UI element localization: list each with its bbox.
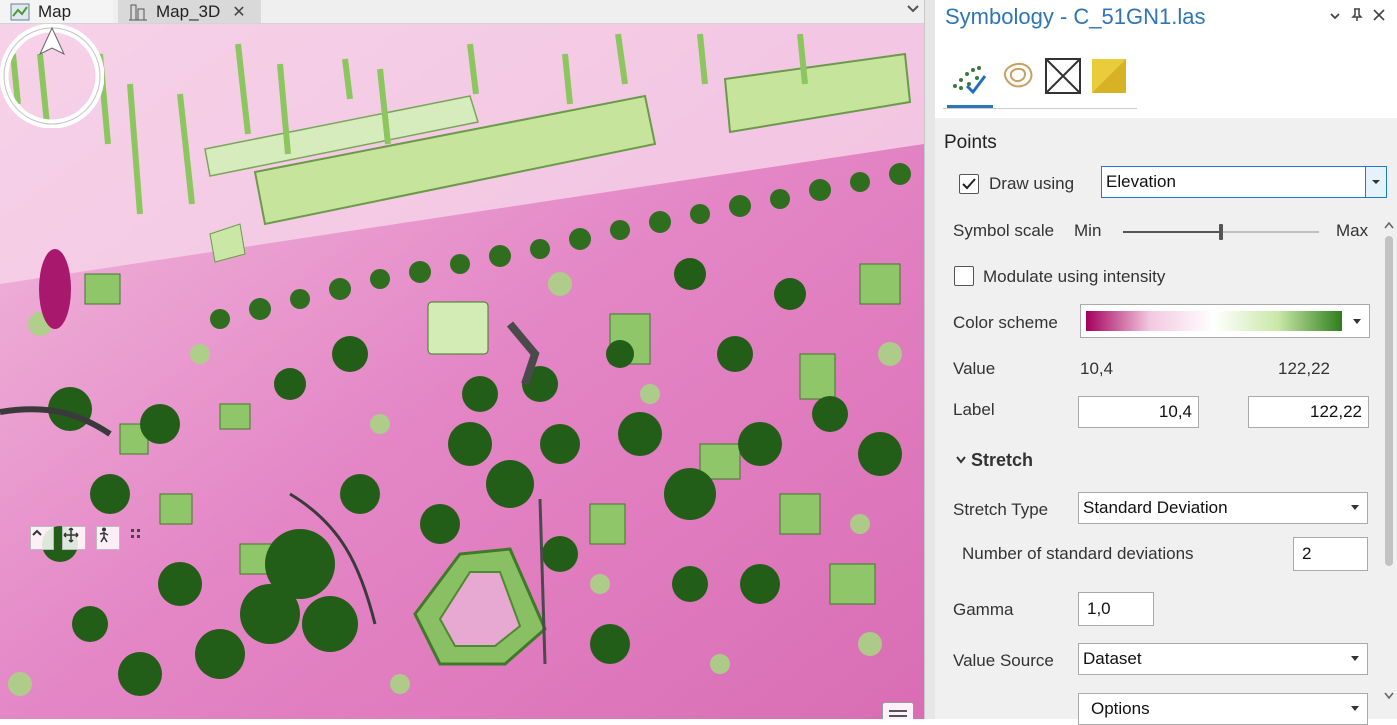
chevron-up-icon	[32, 529, 42, 536]
symbol-scale-track[interactable]	[1123, 224, 1319, 240]
label-max-input[interactable]: 122,22	[1248, 396, 1369, 428]
close-icon[interactable]	[1373, 9, 1385, 21]
active-tab-indicator	[947, 105, 993, 108]
label-label: Label	[953, 400, 995, 419]
pane-splitter[interactable]	[924, 0, 935, 719]
symbology-tabs	[943, 56, 1137, 109]
points-symbology-icon[interactable]	[949, 56, 989, 96]
chevron-down-icon	[1351, 656, 1359, 661]
tab-map[interactable]: Map	[0, 0, 113, 23]
tab-map-3d-label: Map_3D	[156, 1, 221, 21]
scrollbar-thumb[interactable]	[1385, 236, 1393, 566]
draw-using-label: Draw using	[989, 174, 1075, 193]
stretch-header[interactable]: Stretch	[971, 450, 1033, 471]
label-min-input[interactable]: 10,4	[1078, 396, 1199, 428]
chevron-down-icon	[1351, 505, 1359, 510]
draw-using-dropdown[interactable]: Elevation	[1101, 166, 1387, 198]
chevron-down-icon	[1372, 180, 1380, 184]
scene-view[interactable]	[0, 24, 924, 719]
points-header: Points	[944, 132, 997, 153]
value-source-dropdown[interactable]: Dataset	[1078, 643, 1368, 675]
contour-icon[interactable]	[997, 56, 1037, 96]
modulate-intensity-checkbox[interactable]	[954, 266, 974, 286]
triangles-icon[interactable]	[1043, 56, 1083, 96]
pan-icon	[63, 527, 79, 543]
symbol-scale-max: Max	[1336, 221, 1369, 240]
options-label: Options	[1091, 699, 1150, 718]
tilt-up-button[interactable]	[30, 526, 54, 550]
chevron-down-icon	[1353, 319, 1361, 324]
symbology-pane: Symbology - C_51GN1.las Points Draw usin…	[935, 0, 1397, 725]
lidar-point-cloud	[0, 24, 924, 719]
stretch-type-label: Stretch Type	[953, 500, 1049, 519]
modulate-intensity-label: Modulate using intensity	[983, 267, 1166, 286]
color-ramp	[1086, 311, 1342, 331]
label-max-value: 122,22	[1310, 402, 1362, 421]
pan-button[interactable]	[62, 526, 86, 550]
stretch-type-dropdown[interactable]: Standard Deviation	[1078, 492, 1368, 524]
gamma-label: Gamma	[953, 600, 1014, 619]
tab-map-label: Map	[38, 1, 72, 21]
symbol-scale-min: Min	[1074, 221, 1102, 240]
chevron-up-icon[interactable]	[1382, 219, 1396, 231]
num-std-dev-input[interactable]: 2	[1293, 537, 1368, 571]
value-source-label: Value Source	[953, 651, 1054, 670]
gamma-value: 1,0	[1087, 599, 1111, 618]
edges-icon[interactable]	[1089, 56, 1129, 96]
chevron-down-icon[interactable]	[955, 454, 967, 466]
num-std-dev-label: Number of standard deviations	[962, 544, 1194, 563]
label-min-value: 10,4	[1158, 402, 1192, 421]
checkmark-icon	[962, 178, 976, 190]
symbol-scale-thumb[interactable]	[1219, 224, 1223, 240]
walk-mode-button[interactable]	[96, 526, 120, 550]
scene-icon	[129, 4, 147, 20]
overflow-menu-icon[interactable]	[882, 702, 914, 719]
options-dropdown[interactable]: Options	[1078, 693, 1368, 725]
value-source-value: Dataset	[1083, 649, 1142, 668]
map-tab-bar: Map Map_3D ✕	[0, 0, 924, 24]
chevron-down-icon[interactable]	[1329, 10, 1341, 22]
chevron-down-icon[interactable]	[906, 2, 920, 16]
color-scheme-label: Color scheme	[953, 313, 1058, 332]
grip-icon[interactable]	[130, 528, 142, 542]
close-icon[interactable]: ✕	[232, 2, 245, 22]
draw-using-checkbox[interactable]	[959, 174, 979, 194]
pin-icon[interactable]	[1351, 8, 1363, 22]
pane-scrollbar[interactable]	[1382, 218, 1396, 718]
pane-title: Symbology - C_51GN1.las	[945, 4, 1206, 29]
chevron-down-icon[interactable]	[1382, 690, 1396, 702]
color-scheme-dropdown[interactable]	[1080, 304, 1370, 338]
walk-icon	[99, 527, 109, 543]
value-label: Value	[953, 359, 996, 378]
chevron-down-icon	[1351, 706, 1359, 711]
symbol-scale-label: Symbol scale	[953, 221, 1055, 240]
value-min: 10,4	[1080, 359, 1114, 378]
num-std-dev-value: 2	[1302, 544, 1312, 563]
symbol-scale-fill	[1123, 231, 1221, 233]
tab-map-3d[interactable]: Map_3D ✕	[118, 0, 261, 23]
symbology-content: Points Draw using Elevation Symbol scale…	[935, 118, 1397, 725]
dropdown-button[interactable]	[1365, 167, 1386, 197]
map-icon	[10, 3, 30, 20]
compass-icon[interactable]	[0, 24, 104, 128]
stretch-type-value: Standard Deviation	[1083, 498, 1228, 517]
value-max: 122,22	[1278, 359, 1330, 378]
gamma-input[interactable]: 1,0	[1078, 592, 1154, 626]
draw-using-value: Elevation	[1106, 172, 1176, 191]
